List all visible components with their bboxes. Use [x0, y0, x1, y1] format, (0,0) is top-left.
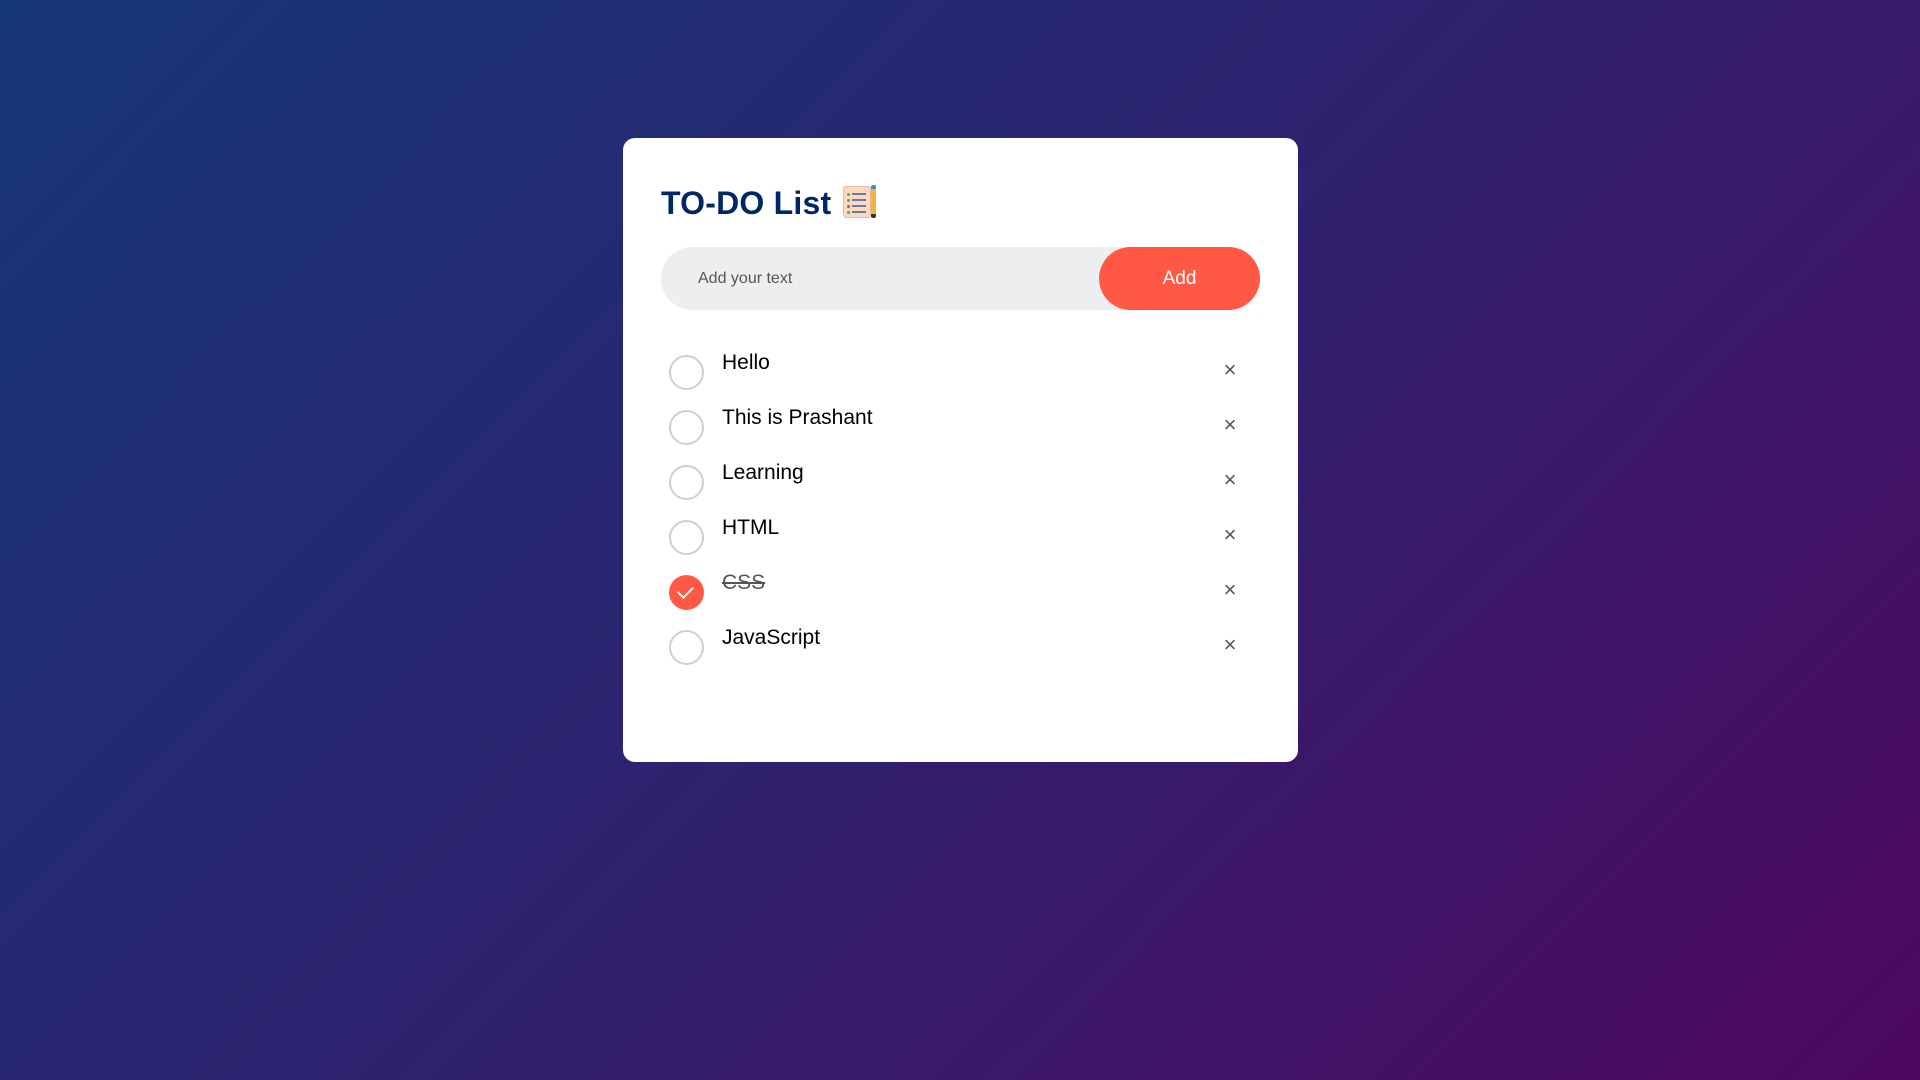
- task-item[interactable]: JavaScript ×: [661, 621, 1260, 676]
- task-checkbox[interactable]: [669, 630, 704, 665]
- task-item[interactable]: This is Prashant ×: [661, 401, 1260, 456]
- task-checkbox[interactable]: [669, 520, 704, 555]
- task-label: CSS: [722, 571, 766, 594]
- notepad-icon: [843, 185, 877, 220]
- task-checkbox[interactable]: [669, 465, 704, 500]
- task-label: This is Prashant: [722, 406, 873, 429]
- task-label: HTML: [722, 516, 780, 539]
- close-icon[interactable]: ×: [1214, 464, 1246, 496]
- checkmark-icon: [677, 582, 694, 599]
- task-item[interactable]: Hello ×: [661, 346, 1260, 401]
- page-title: TO-DO List: [661, 184, 832, 221]
- close-icon[interactable]: ×: [1214, 629, 1246, 661]
- task-checkbox[interactable]: [669, 355, 704, 390]
- task-label: Hello: [722, 351, 770, 374]
- close-icon[interactable]: ×: [1214, 354, 1246, 386]
- todo-app-card: TO-DO List Add Hello × This is Prashant …: [623, 138, 1298, 762]
- task-checkbox[interactable]: [669, 410, 704, 445]
- close-icon[interactable]: ×: [1214, 519, 1246, 551]
- task-checkbox[interactable]: [669, 575, 704, 610]
- task-input[interactable]: [661, 246, 1099, 311]
- task-item[interactable]: HTML ×: [661, 511, 1260, 566]
- task-item[interactable]: CSS ×: [661, 566, 1260, 621]
- close-icon[interactable]: ×: [1214, 574, 1246, 606]
- header: TO-DO List: [661, 174, 1260, 232]
- close-icon[interactable]: ×: [1214, 409, 1246, 441]
- add-task-bar: Add: [661, 246, 1260, 311]
- task-list: Hello × This is Prashant × Learning × HT…: [661, 346, 1260, 676]
- task-label: Learning: [722, 461, 804, 484]
- add-button[interactable]: Add: [1099, 247, 1260, 310]
- task-item[interactable]: Learning ×: [661, 456, 1260, 511]
- task-label: JavaScript: [722, 626, 821, 649]
